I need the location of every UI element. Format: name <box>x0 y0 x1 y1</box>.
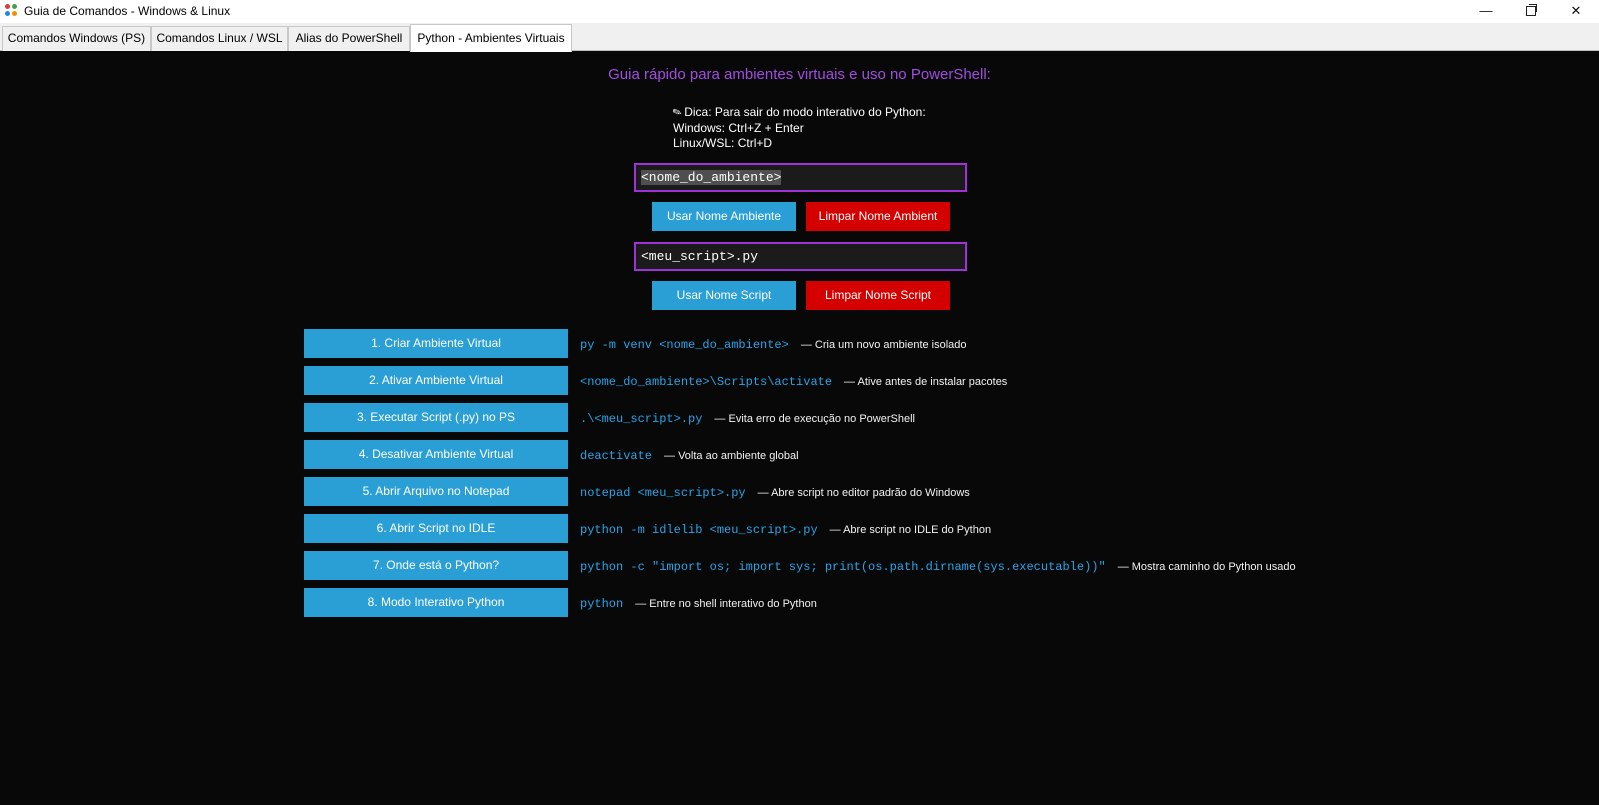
open-idle-button[interactable]: 6. Abrir Script no IDLE <box>304 514 568 543</box>
title-bar: Guia de Comandos - Windows & Linux — ✕ <box>0 0 1599 23</box>
run-script-button[interactable]: 3. Executar Script (.py) no PS <box>304 403 568 432</box>
use-script-name-button[interactable]: Usar Nome Script <box>652 281 796 310</box>
close-button[interactable]: ✕ <box>1553 0 1599 22</box>
window-title: Guia de Comandos - Windows & Linux <box>24 4 231 18</box>
restore-icon <box>1526 4 1537 16</box>
script-name-value: <meu_script>.py <box>641 249 759 264</box>
command-description: — Entre no shell interativo do Python <box>635 598 817 610</box>
open-notepad-button[interactable]: 5. Abrir Arquivo no Notepad <box>304 477 568 506</box>
tab-alias-powershell[interactable]: Alias do PowerShell <box>288 26 410 51</box>
command-description: — Cria um novo ambiente isolado <box>800 339 967 351</box>
activate-venv-button[interactable]: 2. Ativar Ambiente Virtual <box>304 366 568 395</box>
app-icon <box>5 4 18 17</box>
maximize-button[interactable] <box>1508 0 1554 22</box>
command-code[interactable]: py -m venv <nome_do_ambiente> <box>580 338 789 352</box>
env-name-value: <nome_do_ambiente> <box>641 170 782 185</box>
minimize-icon: — <box>1479 3 1493 18</box>
tab-python-ambientes[interactable]: Python - Ambientes Virtuais <box>410 24 572 52</box>
create-venv-button[interactable]: 1. Criar Ambiente Virtual <box>304 329 568 358</box>
tip-line-3: Linux/WSL: Ctrl+D <box>673 136 773 150</box>
close-icon: ✕ <box>1570 3 1582 18</box>
command-code[interactable]: <nome_do_ambiente>\Scripts\activate <box>580 375 832 389</box>
tab-strip: Comandos Windows (PS) Comandos Linux / W… <box>0 23 1599 52</box>
command-description: — Abre script no IDLE do Python <box>829 524 992 536</box>
deactivate-venv-button[interactable]: 4. Desativar Ambiente Virtual <box>304 440 568 469</box>
command-code[interactable]: .\<meu_script>.py <box>580 412 702 426</box>
command-description: — Mostra caminho do Python usado <box>1117 561 1296 573</box>
command-description: — Evita erro de execução no PowerShell <box>714 413 915 425</box>
command-code[interactable]: deactivate <box>580 449 652 463</box>
tab-comandos-linux[interactable]: Comandos Linux / WSL <box>151 26 288 51</box>
tip-line-1: Dica: Para sair do modo interativo do Py… <box>684 105 926 119</box>
command-code[interactable]: python <box>580 597 623 611</box>
use-env-name-button[interactable]: Usar Nome Ambiente <box>652 202 796 231</box>
clear-script-name-button[interactable]: Limpar Nome Script <box>806 281 950 310</box>
command-code[interactable]: python -c "import os; import sys; print(… <box>580 560 1106 574</box>
command-description: — Volta ao ambiente global <box>664 450 799 462</box>
script-name-input[interactable]: <meu_script>.py <box>634 242 967 271</box>
page-heading: Guia rápido para ambientes virtuais e us… <box>608 66 991 83</box>
command-code[interactable]: notepad <meu_script>.py <box>580 486 746 500</box>
command-code[interactable]: python -m idlelib <meu_script>.py <box>580 523 818 537</box>
python-location-button[interactable]: 7. Onde está o Python? <box>304 551 568 580</box>
clear-env-name-button[interactable]: Limpar Nome Ambient <box>806 202 950 231</box>
tab-comandos-windows[interactable]: Comandos Windows (PS) <box>2 26 151 51</box>
tip-line-2: Windows: Ctrl+Z + Enter <box>673 121 804 135</box>
exit-tip: ✎Dica: Para sair do modo interativo do P… <box>671 105 926 151</box>
env-name-input[interactable]: <nome_do_ambiente> <box>634 163 967 192</box>
minimize-button[interactable]: — <box>1463 0 1509 22</box>
interactive-python-button[interactable]: 8. Modo Interativo Python <box>304 588 568 617</box>
command-description: — Ative antes de instalar pacotes <box>844 376 1008 388</box>
pencil-icon: ✎ <box>671 105 684 121</box>
command-description: — Abre script no editor padrão do Window… <box>757 487 970 499</box>
